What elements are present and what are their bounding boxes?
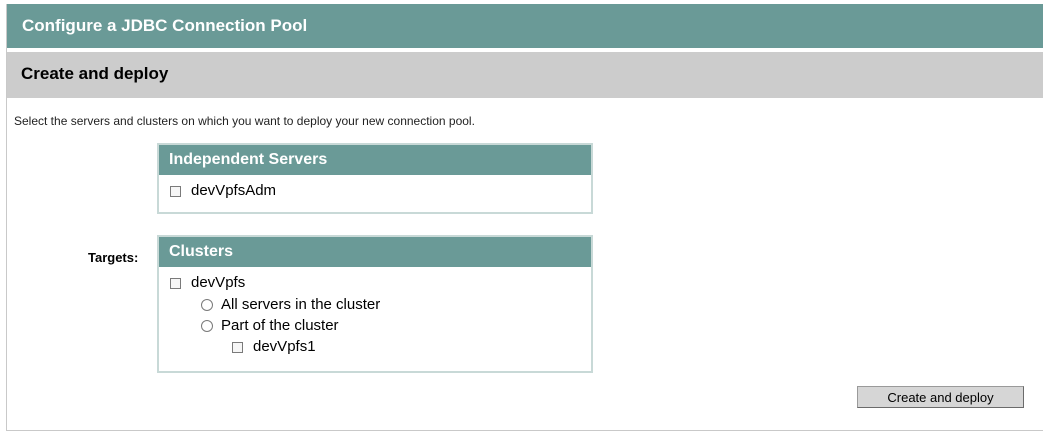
server-item-devvpfsadm[interactable]: devVpfsAdm	[159, 180, 591, 202]
checkbox[interactable]	[170, 277, 181, 289]
page-title: Configure a JDBC Connection Pool	[7, 4, 1043, 48]
cluster-item-devvpfs[interactable]: devVpfs	[159, 272, 591, 294]
checkbox[interactable]	[232, 341, 243, 353]
create-and-deploy-button[interactable]: Create and deploy	[857, 386, 1024, 408]
targets-label: Targets:	[88, 250, 139, 265]
radio-part-of-cluster[interactable]: Part of the cluster	[159, 315, 591, 336]
clusters-panel: Clusters devVpfs All servers in the clus…	[157, 235, 593, 373]
checkbox[interactable]	[170, 185, 181, 197]
cluster-label: devVpfs	[191, 274, 246, 291]
independent-servers-panel: Independent Servers devVpfsAdm	[157, 143, 593, 214]
instructions-text: Select the servers and clusters on which…	[14, 114, 475, 128]
cluster-server-item-devvpfs1[interactable]: devVpfs1	[159, 336, 591, 357]
server-label: devVpfs1	[253, 338, 316, 355]
radio-all-servers[interactable]: All servers in the cluster	[159, 294, 591, 315]
radio-button[interactable]	[201, 299, 213, 312]
section-title: Create and deploy	[7, 52, 1043, 98]
radio-label: All servers in the cluster	[221, 296, 381, 313]
radio-label: Part of the cluster	[221, 317, 339, 334]
independent-servers-header: Independent Servers	[159, 145, 591, 175]
clusters-header: Clusters	[159, 237, 591, 267]
server-label: devVpfsAdm	[191, 182, 277, 199]
radio-button[interactable]	[201, 320, 213, 333]
